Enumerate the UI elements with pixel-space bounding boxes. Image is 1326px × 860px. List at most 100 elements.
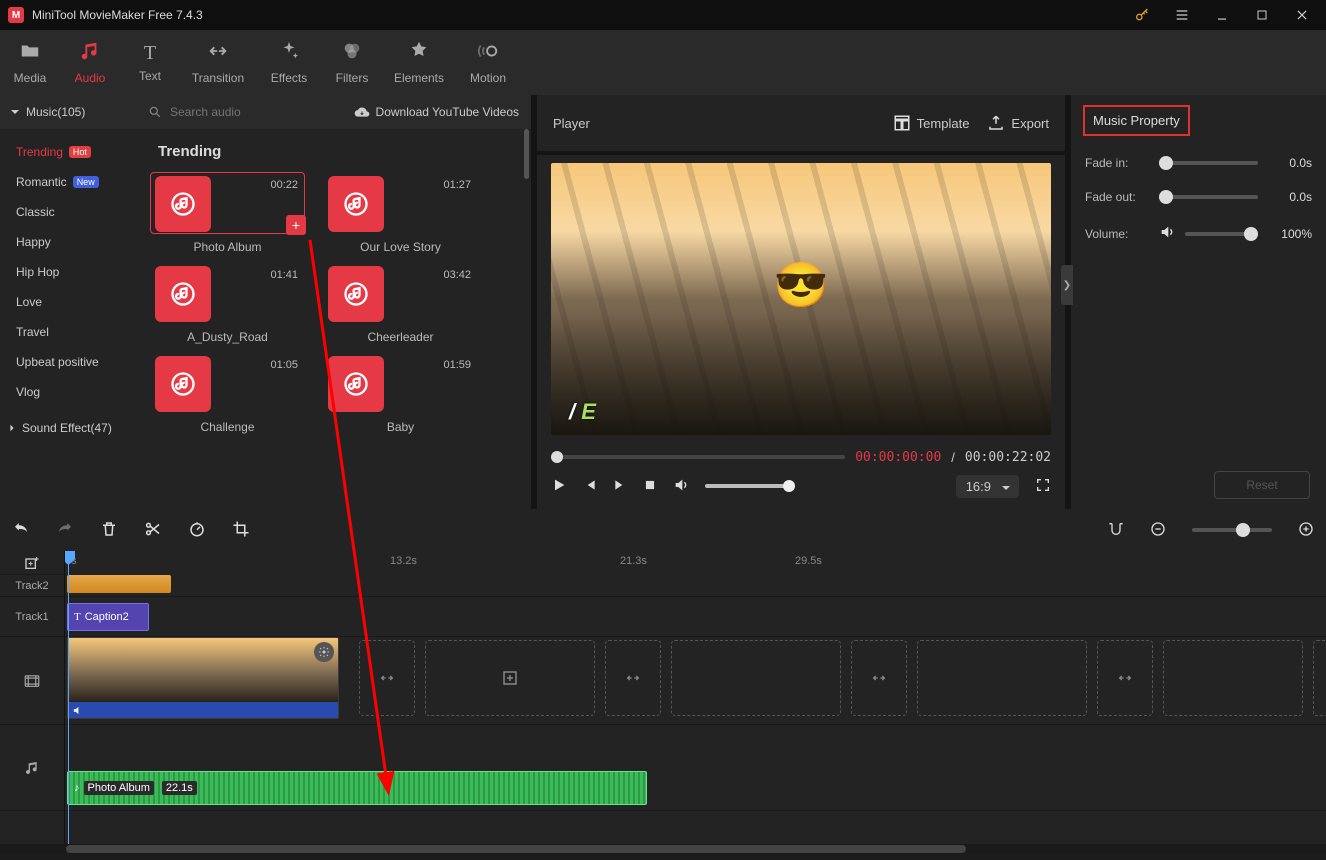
zoom-slider[interactable] bbox=[1192, 528, 1272, 532]
next-frame-button[interactable] bbox=[613, 478, 627, 495]
audio-item[interactable]: 01:41A_Dusty_Road bbox=[150, 262, 305, 344]
crop-button[interactable] bbox=[232, 520, 250, 541]
snap-button[interactable] bbox=[1108, 521, 1124, 540]
add-button[interactable]: + bbox=[286, 215, 306, 235]
clip-caption[interactable]: T Caption2 bbox=[67, 603, 149, 631]
audio-item[interactable]: 01:59Baby bbox=[323, 352, 478, 434]
download-youtube-link[interactable]: Download YouTube Videos bbox=[354, 104, 531, 120]
track-header-video[interactable] bbox=[0, 637, 64, 725]
category-header-label: Music(105) bbox=[26, 105, 85, 119]
category-sound-effect[interactable]: Sound Effect(47) bbox=[0, 413, 140, 443]
collapse-handle[interactable]: ❯ bbox=[1061, 265, 1073, 305]
aspect-ratio-select[interactable]: 16:9 bbox=[956, 475, 1019, 498]
volume-icon[interactable] bbox=[673, 477, 689, 496]
tab-motion[interactable]: Motion bbox=[456, 30, 520, 95]
tab-elements[interactable]: Elements bbox=[382, 30, 456, 95]
audio-duration: 01:05 bbox=[270, 359, 298, 371]
minimize-button[interactable] bbox=[1206, 0, 1238, 30]
template-button[interactable]: Template bbox=[893, 114, 970, 132]
category-header[interactable]: Music(105) bbox=[0, 105, 140, 119]
audio-item[interactable]: 03:42Cheerleader bbox=[323, 262, 478, 344]
media-dropzone[interactable] bbox=[671, 640, 841, 716]
key-icon[interactable] bbox=[1126, 0, 1158, 30]
zoom-out-button[interactable] bbox=[1150, 521, 1166, 540]
add-track-button[interactable] bbox=[0, 551, 64, 575]
category-item-trending[interactable]: Trending Hot bbox=[0, 137, 140, 167]
seek-bar[interactable] bbox=[551, 455, 845, 459]
horizontal-scrollbar[interactable] bbox=[0, 844, 1326, 854]
track-header-track2[interactable]: Track2 bbox=[0, 575, 64, 597]
ruler-tick: 13.2s bbox=[390, 555, 417, 567]
transition-dropzone[interactable] bbox=[359, 640, 415, 716]
category-item-vlog[interactable]: Vlog bbox=[0, 377, 140, 407]
volume-slider[interactable] bbox=[1185, 232, 1258, 236]
zoom-in-button[interactable] bbox=[1298, 521, 1314, 540]
text-icon: T bbox=[144, 42, 156, 65]
split-button[interactable] bbox=[144, 520, 162, 541]
fade-in-slider[interactable] bbox=[1159, 161, 1258, 165]
track-header-track1[interactable]: Track1 bbox=[0, 597, 64, 637]
stop-button[interactable] bbox=[643, 478, 657, 495]
category-label: Happy bbox=[16, 235, 51, 249]
undo-button[interactable] bbox=[12, 520, 30, 541]
vertical-scrollbar[interactable] bbox=[524, 129, 529, 509]
fade-out-value: 0.0s bbox=[1268, 190, 1312, 204]
preview-viewport[interactable]: 😎 / E bbox=[551, 163, 1051, 435]
speed-button[interactable] bbox=[188, 520, 206, 541]
close-button[interactable] bbox=[1286, 0, 1318, 30]
clip-audio[interactable]: ♪ Photo Album 22.1s bbox=[67, 771, 647, 805]
search-box[interactable] bbox=[140, 104, 354, 120]
audio-item[interactable]: 00:22+Photo Album bbox=[150, 172, 305, 254]
tab-transition[interactable]: Transition bbox=[180, 30, 256, 95]
prev-frame-button[interactable] bbox=[583, 478, 597, 495]
media-dropzone[interactable] bbox=[425, 640, 595, 716]
audio-item[interactable]: 01:05Challenge bbox=[150, 352, 305, 434]
audio-thumb bbox=[155, 266, 211, 322]
tab-text[interactable]: T Text bbox=[120, 30, 180, 95]
category-item-classic[interactable]: Classic bbox=[0, 197, 140, 227]
audio-duration: 01:59 bbox=[443, 359, 471, 371]
category-label: Hip Hop bbox=[16, 265, 59, 279]
transition-dropzone[interactable] bbox=[605, 640, 661, 716]
reset-button[interactable]: Reset bbox=[1214, 471, 1310, 499]
chevron-down-icon bbox=[10, 107, 20, 117]
category-item-romantic[interactable]: Romantic New bbox=[0, 167, 140, 197]
clip-video[interactable] bbox=[67, 637, 339, 719]
fade-out-slider[interactable] bbox=[1159, 195, 1258, 199]
tab-effects[interactable]: Effects bbox=[256, 30, 322, 95]
maximize-button[interactable] bbox=[1246, 0, 1278, 30]
track-header-audio[interactable] bbox=[0, 725, 64, 811]
category-item-love[interactable]: Love bbox=[0, 287, 140, 317]
transition-dropzone[interactable] bbox=[1313, 640, 1326, 716]
audio-item[interactable]: 01:27Our Love Story bbox=[323, 172, 478, 254]
play-button[interactable] bbox=[551, 477, 567, 496]
tab-media[interactable]: Media bbox=[0, 30, 60, 95]
category-item-upbeat[interactable]: Upbeat positive bbox=[0, 347, 140, 377]
category-item-travel[interactable]: Travel bbox=[0, 317, 140, 347]
clip-settings-icon[interactable] bbox=[314, 642, 334, 662]
category-label: Love bbox=[16, 295, 42, 309]
media-dropzone[interactable] bbox=[917, 640, 1087, 716]
media-dropzone[interactable] bbox=[1163, 640, 1303, 716]
category-item-happy[interactable]: Happy bbox=[0, 227, 140, 257]
template-icon bbox=[893, 114, 911, 132]
redo-button[interactable] bbox=[56, 520, 74, 541]
timeline-canvas[interactable]: 0s13.2s21.3s29.5s T Caption2 bbox=[65, 551, 1326, 844]
tab-filters[interactable]: Filters bbox=[322, 30, 382, 95]
tab-audio[interactable]: Audio bbox=[60, 30, 120, 95]
search-input[interactable] bbox=[168, 104, 278, 120]
export-button[interactable]: Export bbox=[987, 114, 1049, 132]
tab-label: Transition bbox=[192, 71, 244, 85]
clip-track2[interactable] bbox=[67, 575, 171, 593]
category-item-hiphop[interactable]: Hip Hop bbox=[0, 257, 140, 287]
hamburger-icon[interactable] bbox=[1166, 0, 1198, 30]
tab-label: Audio bbox=[75, 71, 106, 85]
transition-dropzone[interactable] bbox=[1097, 640, 1153, 716]
time-ruler[interactable]: 0s13.2s21.3s29.5s bbox=[65, 551, 1326, 575]
category-label: Romantic bbox=[16, 175, 67, 189]
audio-clip-name: Photo Album bbox=[84, 781, 154, 795]
transition-dropzone[interactable] bbox=[851, 640, 907, 716]
fullscreen-button[interactable] bbox=[1035, 477, 1051, 496]
delete-button[interactable] bbox=[100, 520, 118, 541]
volume-slider[interactable] bbox=[705, 484, 795, 488]
